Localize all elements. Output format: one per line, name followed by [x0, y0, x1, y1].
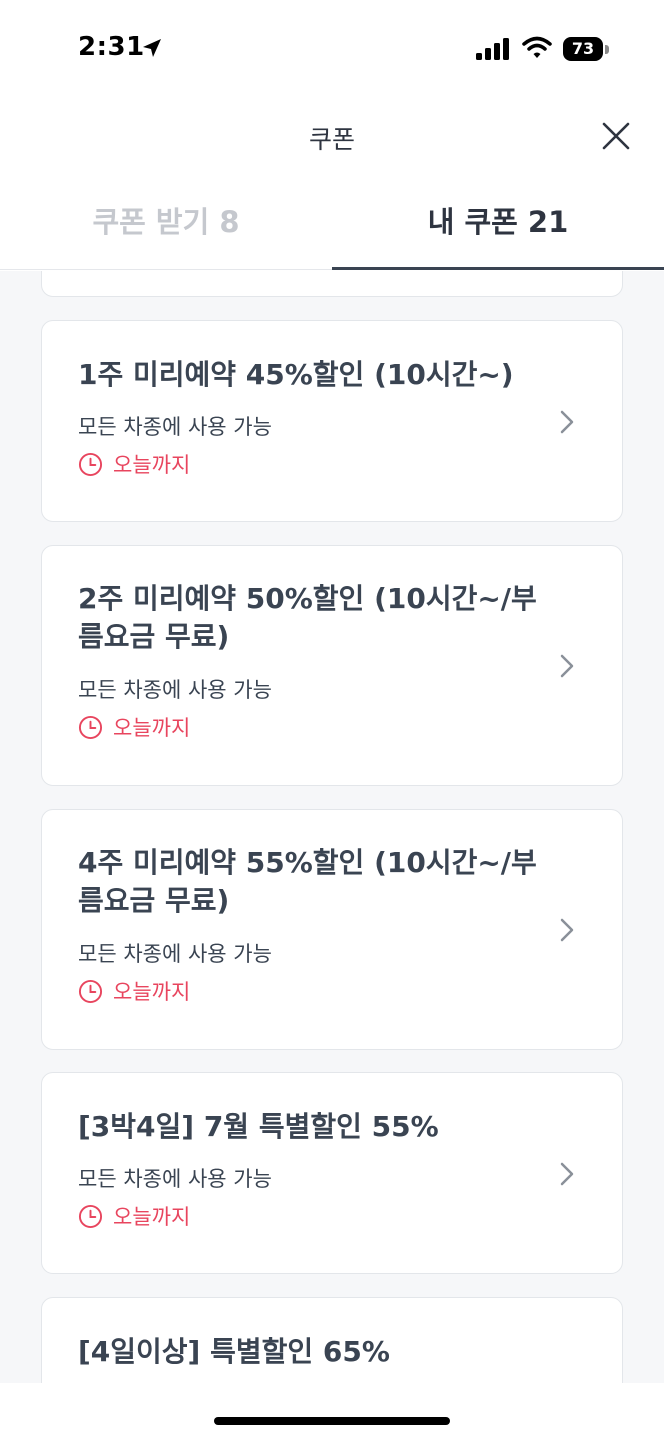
- wifi-icon: [522, 36, 552, 58]
- coupon-card[interactable]: [3박4일] 7월 특별할인 55% 모든 차종에 사용 가능 오늘까지: [41, 1072, 623, 1274]
- coupon-list[interactable]: 1주 미리예약 45%할인 (10시간~) 모든 차종에 사용 가능 오늘까지 …: [0, 271, 664, 1383]
- expiry-label: 오늘까지: [113, 716, 191, 740]
- clock-icon: [78, 452, 103, 476]
- chevron-right-icon: [560, 1162, 574, 1186]
- home-indicator[interactable]: [214, 1417, 450, 1425]
- battery-cap: [605, 45, 609, 54]
- close-icon[interactable]: [598, 118, 634, 154]
- coupon-expiry: 오늘까지: [78, 978, 190, 1004]
- coupon-expiry: 오늘까지: [78, 1203, 190, 1229]
- coupon-expiry: 오늘까지: [78, 451, 190, 477]
- status-bar: 2:31 73: [0, 0, 664, 100]
- chevron-right-icon: [560, 918, 574, 942]
- tab-bar: 쿠폰 받기 8 내 쿠폰 21: [0, 180, 664, 270]
- clock-icon: [78, 715, 103, 739]
- coupon-card[interactable]: 4주 미리예약 55%할인 (10시간~/부름요금 무료) 모든 차종에 사용 …: [41, 809, 623, 1050]
- coupon-title: 4주 미리예약 55%할인 (10시간~/부름요금 무료): [78, 846, 537, 917]
- coupon-title: 1주 미리예약 45%할인 (10시간~): [78, 358, 514, 391]
- clock-icon: [78, 1204, 103, 1228]
- battery-indicator: 73: [563, 37, 603, 61]
- expiry-label: 오늘까지: [113, 453, 191, 477]
- coupon-card[interactable]: [4일이상] 특별할인 65%: [41, 1297, 623, 1383]
- location-arrow-icon: [143, 39, 161, 57]
- bottom-safe-area: [0, 1383, 664, 1440]
- header: 쿠폰: [0, 100, 664, 180]
- chevron-right-icon: [560, 654, 574, 678]
- active-tab-indicator: [332, 267, 664, 270]
- coupon-subtitle: 모든 차종에 사용 가능: [78, 1167, 272, 1191]
- tab-receive-coupons[interactable]: 쿠폰 받기 8: [0, 180, 332, 270]
- chevron-right-icon: [560, 410, 574, 434]
- coupon-card-partial[interactable]: [41, 271, 623, 297]
- clock-icon: [78, 979, 103, 1003]
- coupon-title: [3박4일] 7월 특별할인 55%: [78, 1110, 439, 1143]
- coupon-subtitle: 모든 차종에 사용 가능: [78, 415, 272, 439]
- cellular-signal-icon: [476, 38, 509, 60]
- coupon-card[interactable]: 1주 미리예약 45%할인 (10시간~) 모든 차종에 사용 가능 오늘까지: [41, 320, 623, 522]
- tab-my-coupons[interactable]: 내 쿠폰 21: [332, 180, 664, 270]
- expiry-label: 오늘까지: [113, 980, 191, 1004]
- coupon-expiry: 오늘까지: [78, 714, 190, 740]
- expiry-label: 오늘까지: [113, 1205, 191, 1229]
- page-title: 쿠폰: [308, 125, 355, 154]
- coupon-title: [4일이상] 특별할인 65%: [78, 1335, 390, 1368]
- coupon-subtitle: 모든 차종에 사용 가능: [78, 678, 272, 702]
- coupon-card[interactable]: 2주 미리예약 50%할인 (10시간~/부름요금 무료) 모든 차종에 사용 …: [41, 545, 623, 786]
- status-time: 2:31: [78, 32, 145, 62]
- coupon-title: 2주 미리예약 50%할인 (10시간~/부름요금 무료): [78, 582, 537, 653]
- coupon-subtitle: 모든 차종에 사용 가능: [78, 942, 272, 966]
